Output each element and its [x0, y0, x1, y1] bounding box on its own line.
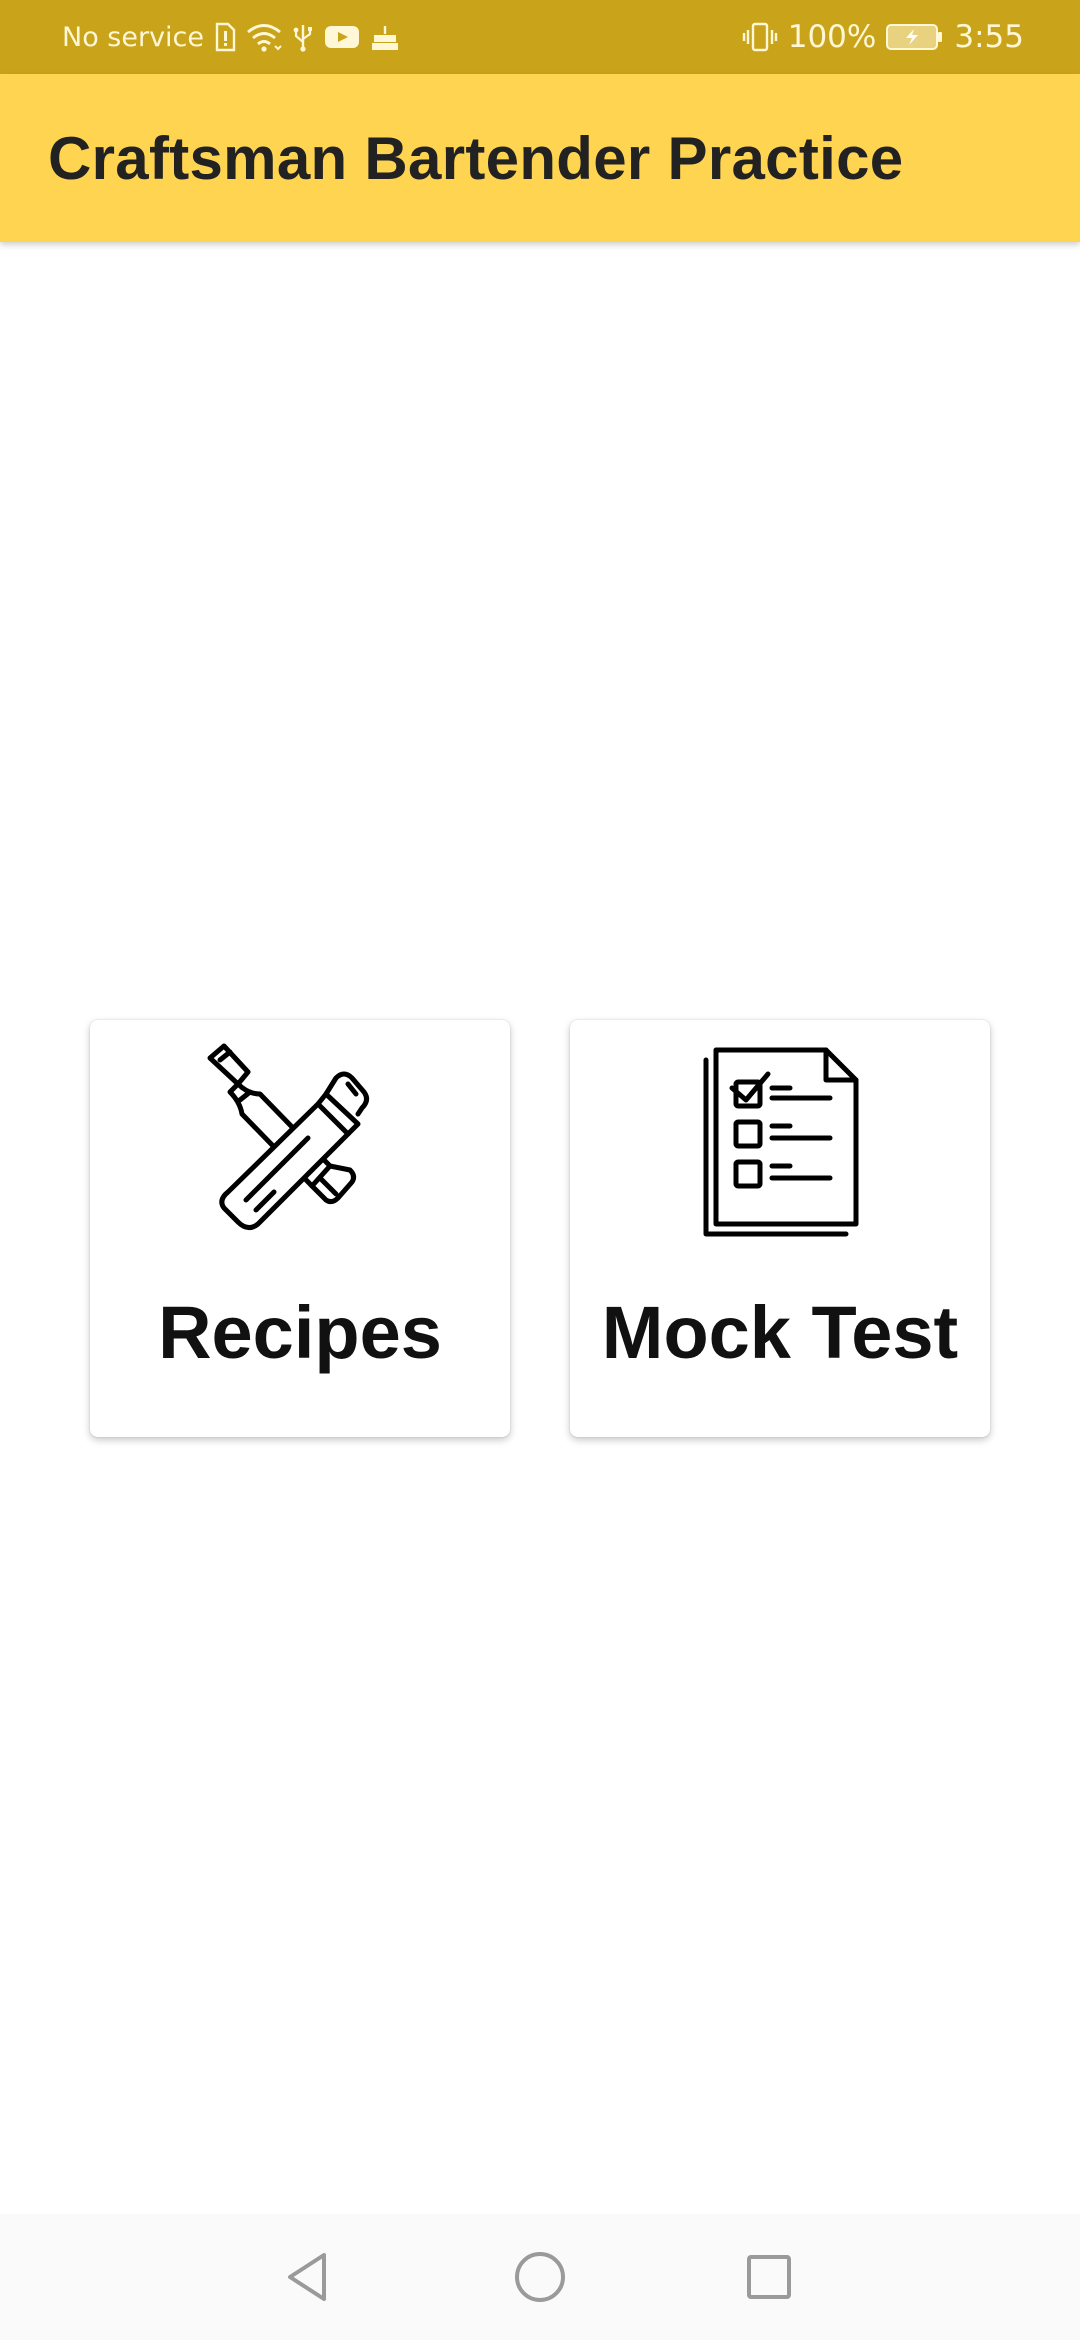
screen: No service 100% 3:55 Craftsman Bartender…: [0, 0, 1080, 2340]
app-title: Craftsman Bartender Practice: [48, 124, 904, 192]
cake-icon: [370, 22, 400, 52]
home-button[interactable]: [497, 2234, 583, 2320]
status-right: 100% 3:55: [742, 0, 1024, 74]
recipes-button[interactable]: Recipes: [90, 1020, 510, 1437]
mock-test-label: Mock Test: [601, 1291, 959, 1374]
navigation-bar: [0, 2214, 1080, 2340]
home-icon: [515, 2252, 565, 2302]
recents-button[interactable]: [726, 2234, 812, 2320]
battery-charging-icon: [886, 23, 944, 51]
wifi-icon: [246, 22, 282, 52]
status-bar: No service 100% 3:55: [0, 0, 1080, 74]
recipes-label: Recipes: [158, 1291, 442, 1374]
vibrate-icon: [742, 21, 778, 53]
back-icon: [288, 2253, 326, 2301]
mock-test-button[interactable]: Mock Test: [570, 1020, 990, 1437]
checklist-icon: [680, 1042, 880, 1242]
usb-icon: [292, 22, 314, 52]
status-left: No service: [62, 0, 400, 74]
battery-percent: 100%: [787, 19, 877, 55]
back-button[interactable]: [265, 2234, 351, 2320]
clock: 3:55: [954, 19, 1024, 55]
youtube-icon: [324, 24, 360, 50]
carrier-text: No service: [62, 21, 205, 53]
sim-alert-icon: [214, 22, 236, 52]
cocktail-shaker-icon: [200, 1042, 400, 1242]
app-bar: Craftsman Bartender Practice: [0, 74, 1080, 242]
recents-icon: [747, 2255, 791, 2299]
